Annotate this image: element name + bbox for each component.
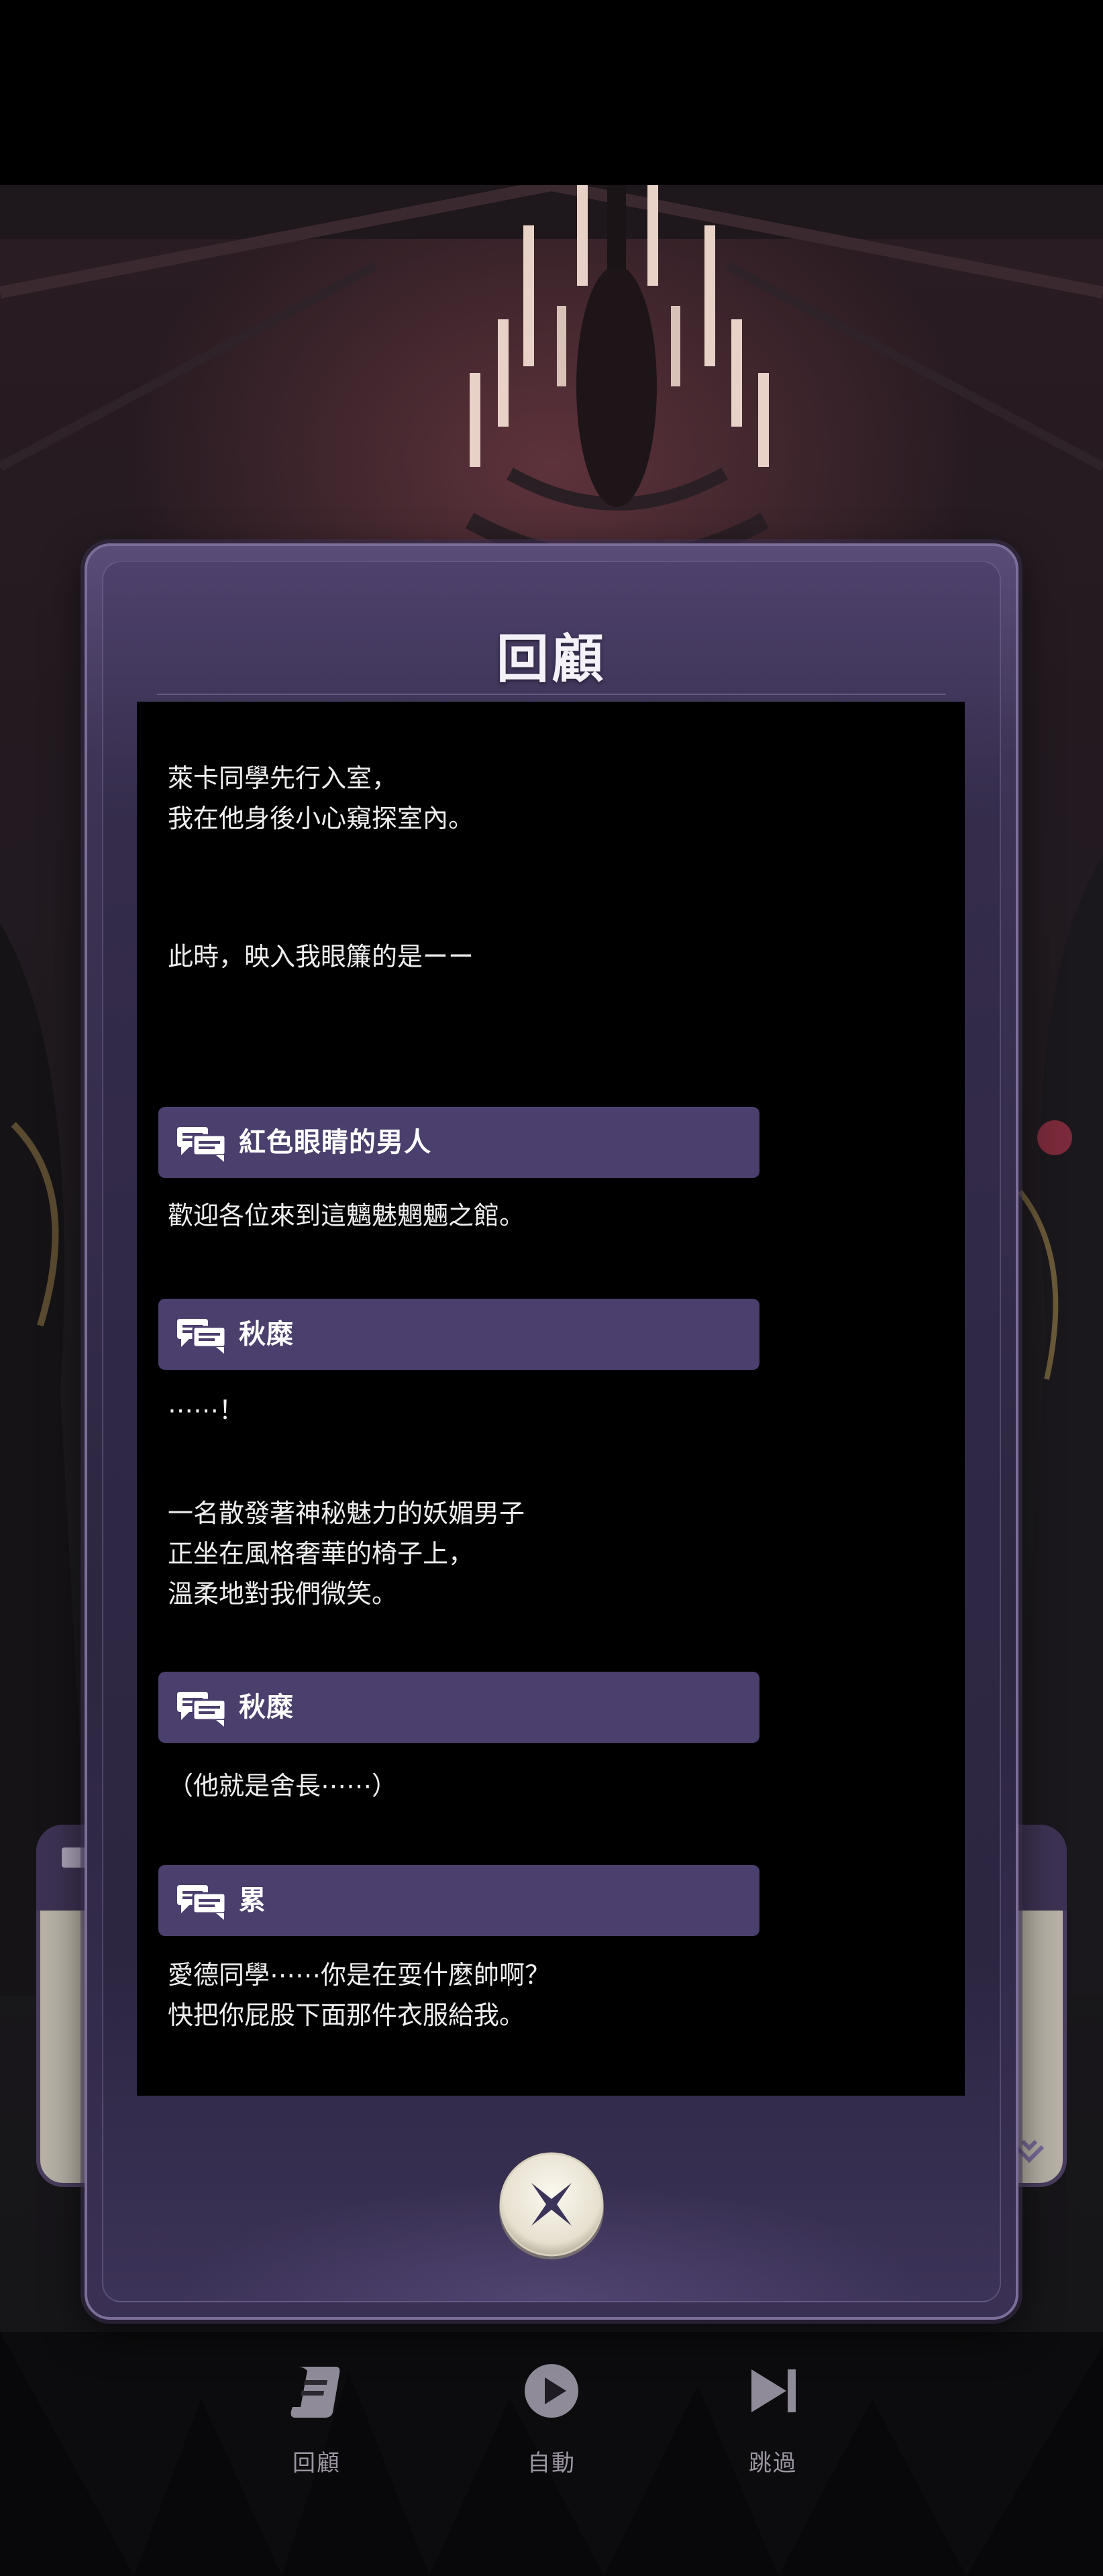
close-button[interactable] [498,2151,605,2261]
speaker-name-bar: 累 [158,1865,759,1936]
play-icon [525,2364,578,2418]
log-text: 愛德同學⋯⋯你是在耍什麼帥啊？ 快把你屁股下面那件衣服給我。 [168,1960,551,2030]
game-screen: 回顧 自動 跳過 回顧 萊卡同學先行入室， 我在他身後小心窺探室內。此時，映入我… [0,0,1103,2576]
review-label: 回顧 [293,2450,341,2477]
chandelier-icon [465,185,770,570]
log-text: ⋯⋯！ [168,1395,245,1425]
speaker-name: 秋糜 [239,1319,294,1350]
chat-bubble-icon [177,1885,227,1920]
log-text: 此時，映入我眼簾的是ーー [168,942,474,971]
speaker-name: 秋糜 [239,1692,294,1723]
speaker-name-bar: 秋糜 [158,1299,759,1370]
auto-menu-button[interactable]: 自動 [484,2334,619,2482]
bottom-menu: 回顧 自動 跳過 [0,2334,1103,2509]
speaker-name-bar: 紅色眼睛的男人 [158,1107,759,1178]
log-text: 萊卡同學先行入室， 我在他身後小心窺探室內。 [168,763,474,833]
log-text: （他就是舍長⋯⋯） [168,1771,398,1801]
speaker-name-bar: 秋糜 [158,1672,759,1743]
title-divider [157,694,946,695]
chat-bubble-icon [177,1692,227,1727]
log-text: 歡迎各位來到這魑魅魍魎之館。 [168,1201,525,1230]
speaker-name: 紅色眼睛的男人 [239,1127,431,1158]
auto-label: 自動 [527,2450,576,2477]
top-letterbox [0,0,1103,185]
review-log-list[interactable]: 萊卡同學先行入室， 我在他身後小心窺探室內。此時，映入我眼簾的是ーー紅色眼睛的男… [137,702,965,2096]
chat-bubble-icon [177,1319,227,1354]
log-text: 一名散發著神秘魅力的妖媚男子 正坐在風格奢華的椅子上， 溫柔地對我們微笑。 [168,1499,525,1609]
skip-forward-icon [751,2369,796,2412]
chat-bubble-icon [177,1127,227,1162]
modal-title: 回顧 [496,629,607,690]
review-menu-button[interactable]: 回顧 [250,2334,384,2482]
skip-menu-button[interactable]: 跳過 [706,2334,840,2482]
scroll-icon [291,2367,340,2418]
speaker-name: 累 [239,1885,266,1916]
skip-label: 跳過 [749,2450,797,2477]
